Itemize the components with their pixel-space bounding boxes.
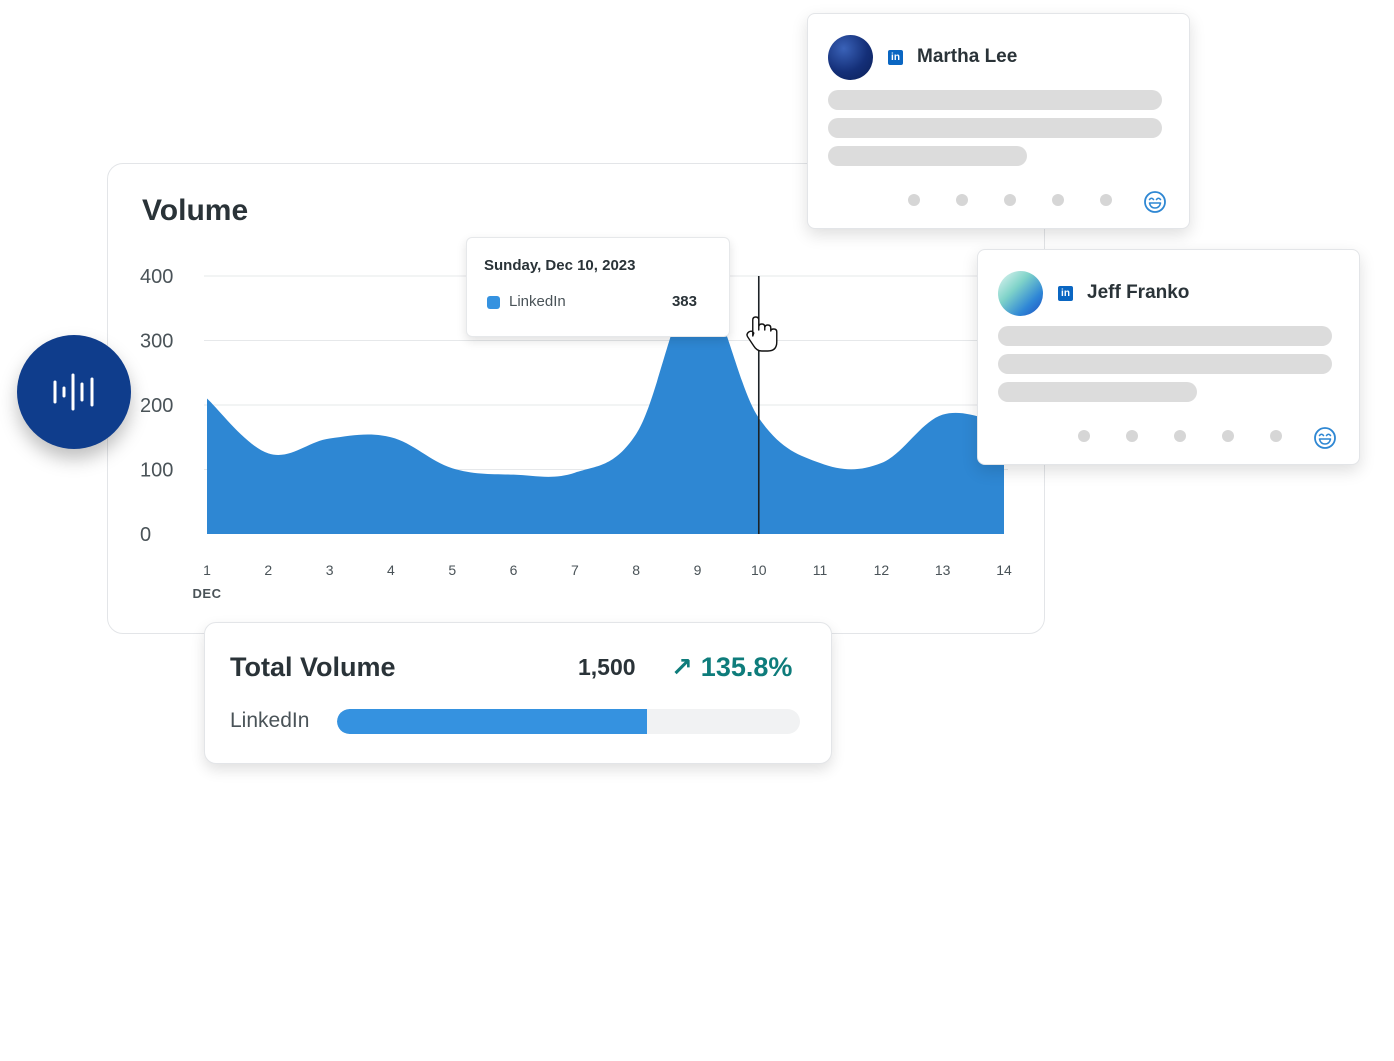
x-tick-label: 6	[510, 562, 518, 578]
action-dot[interactable]	[956, 194, 968, 206]
linkedin-icon: in	[888, 50, 903, 65]
x-month-label: DEC	[193, 586, 222, 601]
content-placeholder-line	[828, 146, 1027, 166]
breakdown-label: LinkedIn	[230, 709, 310, 732]
avatar[interactable]	[828, 35, 873, 80]
data-point	[327, 436, 333, 442]
content-placeholder-line	[828, 118, 1162, 138]
linkedin-progress-fill	[337, 709, 648, 734]
x-tick-label: 10	[751, 562, 767, 578]
audio-waveform-icon	[53, 373, 94, 411]
action-dot[interactable]	[1004, 194, 1016, 206]
total-volume-value: 1,500	[578, 654, 636, 680]
smile-icon[interactable]	[1143, 190, 1167, 214]
profile-card-martha-lee[interactable]: in Martha Lee	[807, 13, 1190, 229]
content-placeholder-line	[998, 354, 1332, 374]
smile-icon[interactable]	[1313, 426, 1337, 450]
tooltip-series-swatch	[487, 296, 500, 309]
x-tick-label: 13	[935, 562, 951, 578]
audio-badge[interactable]	[17, 335, 131, 449]
trend-up-arrow-icon: ↗	[671, 652, 693, 682]
x-tick-label: 2	[264, 562, 272, 578]
action-dot[interactable]	[1052, 194, 1064, 206]
x-tick-label: 5	[448, 562, 456, 578]
x-tick-label: 4	[387, 562, 395, 578]
action-dot[interactable]	[1270, 430, 1282, 442]
tooltip-date: Sunday, Dec 10, 2023	[484, 257, 636, 274]
tooltip-series-value: 383	[671, 293, 697, 310]
y-tick-label: 400	[140, 266, 173, 288]
chart-tooltip: Sunday, Dec 10, 2023 LinkedIn 383	[466, 237, 730, 337]
linkedin-icon: in	[1058, 286, 1073, 301]
x-tick-label: 1	[203, 562, 211, 578]
data-point	[572, 470, 578, 476]
action-dot[interactable]	[1078, 430, 1090, 442]
x-tick-label: 3	[326, 562, 334, 578]
profile-card-jeff-franko[interactable]: in Jeff Franko	[977, 249, 1360, 465]
tooltip-series-label: LinkedIn	[509, 293, 566, 310]
total-volume-card: Total Volume 1,500 ↗ 135.8% LinkedIn	[204, 622, 832, 764]
data-point	[388, 434, 394, 440]
data-point	[940, 412, 946, 418]
data-point	[878, 460, 884, 466]
data-point	[817, 460, 823, 466]
total-volume-title: Total Volume	[230, 652, 396, 682]
action-dot[interactable]	[908, 194, 920, 206]
content-placeholder-line	[828, 90, 1162, 110]
pointer-cursor-icon	[746, 316, 778, 352]
y-tick-label: 200	[140, 395, 173, 417]
data-point	[265, 450, 271, 456]
profile-name[interactable]: Martha Lee	[917, 46, 1017, 68]
action-dot[interactable]	[1100, 194, 1112, 206]
data-point	[633, 431, 639, 437]
social-listening-dashboard: Volume 400 300 200 100 0 1 2 3 4 5 6 7 8 9 10 11 12 13 14 D…	[0, 0, 1394, 1061]
x-tick-label: 11	[813, 562, 828, 578]
action-dot[interactable]	[1126, 430, 1138, 442]
volume-chart-card: Volume 400 300 200 100 0 1 2 3 4 5 6 7 8 9 10 11 12 13 14 D…	[107, 163, 1045, 634]
x-tick-label: 9	[694, 562, 702, 578]
y-tick-label: 100	[140, 460, 173, 482]
y-tick-label: 0	[140, 524, 151, 546]
profile-name[interactable]: Jeff Franko	[1087, 282, 1189, 304]
linkedin-progress-bar	[337, 709, 800, 734]
content-placeholder-line	[998, 382, 1197, 402]
y-tick-label: 300	[140, 331, 173, 353]
total-volume-change: ↗ 135.8%	[671, 652, 792, 683]
x-tick-label: 14	[996, 562, 1012, 578]
avatar[interactable]	[998, 271, 1043, 316]
volume-area-chart[interactable]: 40030020010001 2 3 4 5 6 7 8 9 10 11 12 13 14DEC	[108, 164, 1046, 635]
action-dot[interactable]	[1222, 430, 1234, 442]
data-point	[204, 396, 210, 402]
content-placeholder-line	[998, 326, 1332, 346]
data-point	[511, 472, 517, 478]
action-dot[interactable]	[1174, 430, 1186, 442]
total-volume-change-value: 135.8%	[700, 652, 793, 682]
x-tick-label: 7	[571, 562, 579, 578]
x-tick-label: 12	[874, 562, 890, 578]
x-tick-label: 8	[632, 562, 640, 578]
data-point	[449, 465, 455, 471]
